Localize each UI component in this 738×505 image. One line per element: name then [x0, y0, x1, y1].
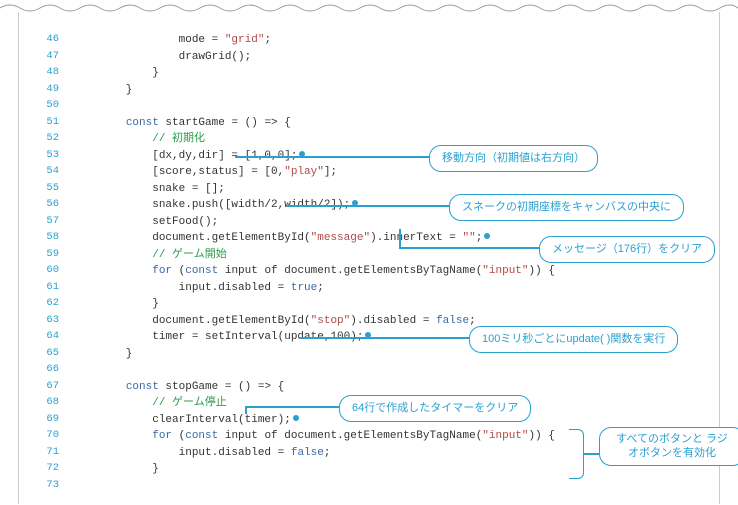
- line-number: 70: [29, 428, 73, 444]
- code-text: input.disabled = true;: [73, 280, 324, 297]
- code-line: 66: [29, 362, 709, 379]
- line-number: 63: [29, 313, 73, 329]
- code-text: }: [73, 461, 159, 478]
- line-number: 71: [29, 445, 73, 461]
- annotation-bubble: 100ミリ秒ごとにupdate( )関数を実行: [469, 326, 678, 353]
- annotation-connector: [287, 205, 449, 207]
- line-number: 49: [29, 82, 73, 98]
- code-line: 73: [29, 478, 709, 495]
- line-number: 52: [29, 131, 73, 147]
- line-number: 61: [29, 280, 73, 296]
- code-line: 50: [29, 98, 709, 115]
- code-text: document.getElementById("stop").disabled…: [73, 313, 476, 330]
- code-block: 46 mode = "grid";47 drawGrid();48 }49 }5…: [29, 32, 709, 494]
- line-number: 50: [29, 98, 73, 114]
- code-text: input.disabled = false;: [73, 445, 330, 462]
- code-line: 46 mode = "grid";: [29, 32, 709, 49]
- line-number: 53: [29, 148, 73, 164]
- annotation-connector: [245, 406, 339, 408]
- line-number: 51: [29, 115, 73, 131]
- annotation-connector: [399, 229, 401, 247]
- line-number: 47: [29, 49, 73, 65]
- annotation-bracket: [569, 429, 584, 479]
- code-text: mode = "grid";: [73, 32, 271, 49]
- annotation-bubble: 移動方向（初期値は右方向）: [429, 145, 598, 172]
- code-text: }: [73, 346, 132, 363]
- line-number: 60: [29, 263, 73, 279]
- code-text: // 初期化: [73, 131, 205, 148]
- code-text: clearInterval(timer);: [73, 412, 299, 429]
- page-container: 46 mode = "grid";47 drawGrid();48 }49 }5…: [18, 12, 720, 504]
- code-text: }: [73, 65, 159, 82]
- torn-page-edge: [0, 0, 738, 12]
- line-number: 58: [29, 230, 73, 246]
- code-text: [score,status] = [0,"play"];: [73, 164, 337, 181]
- annotation-connector: [299, 337, 469, 339]
- code-text: snake = [];: [73, 181, 225, 198]
- line-number: 55: [29, 181, 73, 197]
- line-number: 59: [29, 247, 73, 263]
- code-text: const startGame = () => {: [73, 115, 291, 132]
- line-number: 54: [29, 164, 73, 180]
- code-text: for (const input of document.getElements…: [73, 263, 555, 280]
- code-line: 67 const stopGame = () => {: [29, 379, 709, 396]
- code-line: 62 }: [29, 296, 709, 313]
- line-number: 48: [29, 65, 73, 81]
- line-number: 72: [29, 461, 73, 477]
- line-number: 65: [29, 346, 73, 362]
- line-number: 73: [29, 478, 73, 494]
- line-number: 67: [29, 379, 73, 395]
- line-number: 68: [29, 395, 73, 411]
- code-text: // ゲーム開始: [73, 247, 227, 264]
- code-text: for (const input of document.getElements…: [73, 428, 555, 445]
- code-line: 49 }: [29, 82, 709, 99]
- line-number: 57: [29, 214, 73, 230]
- code-line: 60 for (const input of document.getEleme…: [29, 263, 709, 280]
- line-number: 46: [29, 32, 73, 48]
- code-line: 61 input.disabled = true;: [29, 280, 709, 297]
- code-line: 52 // 初期化: [29, 131, 709, 148]
- annotation-bubble: メッセージ（176行）をクリア: [539, 236, 715, 263]
- code-text: }: [73, 82, 132, 99]
- code-text: // ゲーム停止: [73, 395, 227, 412]
- code-line: 51 const startGame = () => {: [29, 115, 709, 132]
- code-line: 54 [score,status] = [0,"play"];: [29, 164, 709, 181]
- line-number: 69: [29, 412, 73, 428]
- code-line: 48 }: [29, 65, 709, 82]
- line-number: 62: [29, 296, 73, 312]
- annotation-connector: [235, 156, 429, 158]
- code-text: }: [73, 296, 159, 313]
- annotation-bubble: すべてのボタンと ラジオボタンを有効化: [599, 427, 738, 466]
- line-number: 56: [29, 197, 73, 213]
- code-text: const stopGame = () => {: [73, 379, 284, 396]
- code-text: setFood();: [73, 214, 218, 231]
- annotation-connector: [583, 453, 599, 455]
- annotation-connector: [245, 406, 247, 414]
- annotation-connector: [399, 247, 539, 249]
- line-number: 64: [29, 329, 73, 345]
- annotation-bubble: 64行で作成したタイマーをクリア: [339, 395, 531, 422]
- line-number: 66: [29, 362, 73, 378]
- code-text: document.getElementById("message").inner…: [73, 230, 490, 247]
- annotation-bubble: スネークの初期座標をキャンバスの中央に: [449, 194, 684, 221]
- code-text: drawGrid();: [73, 49, 251, 66]
- code-line: 47 drawGrid();: [29, 49, 709, 66]
